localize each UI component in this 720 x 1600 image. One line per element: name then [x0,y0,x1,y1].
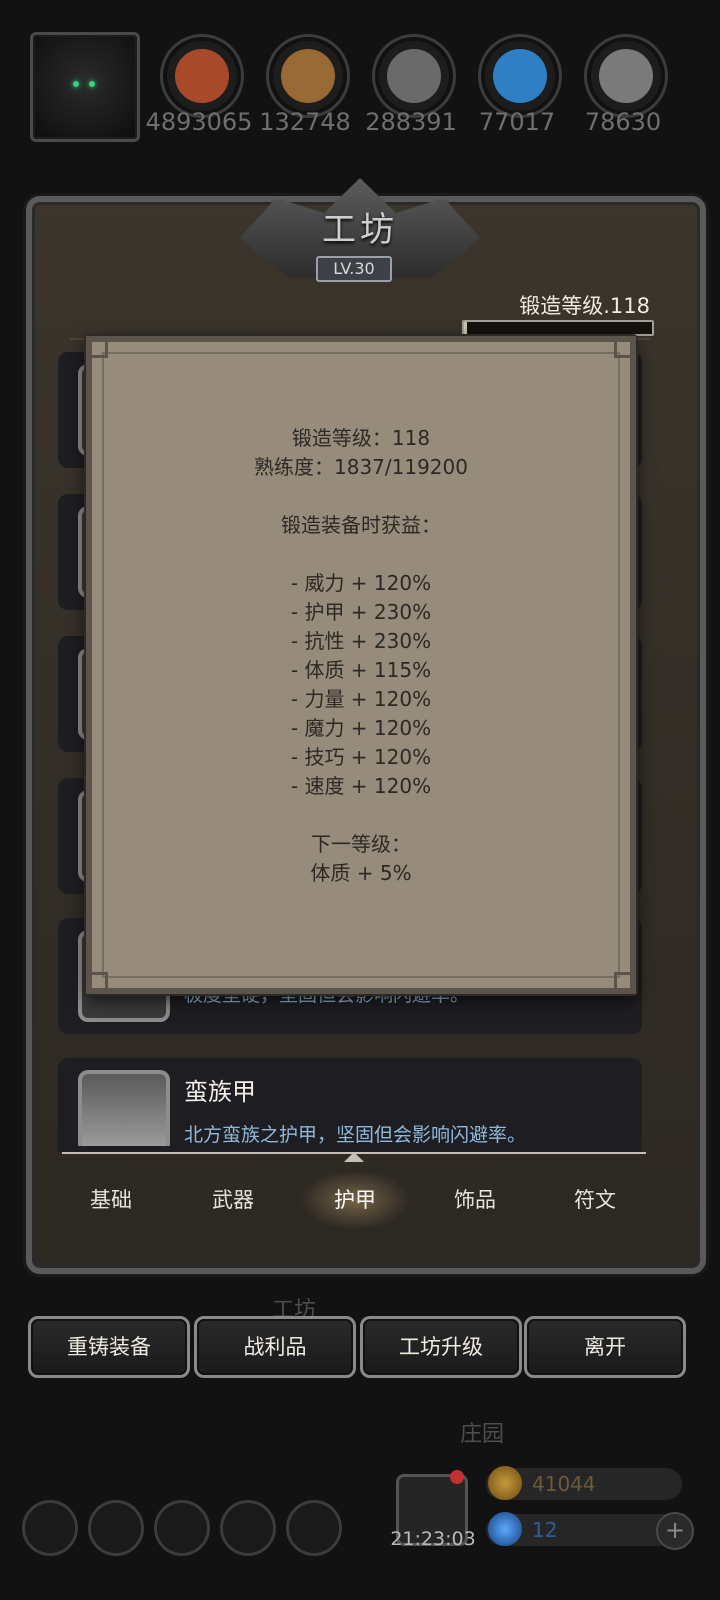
tooltip-line: - 威力 + 120% [290,571,432,595]
tooltip-line: - 抗性 + 230% [290,629,432,653]
panel-title: 工坊 [322,210,398,250]
forge-progress-bar [462,320,654,336]
tooltip-line: - 速度 + 120% [290,774,432,798]
gem-icon [488,1512,522,1546]
castle-icon[interactable] [154,1500,210,1556]
avatar-eye-right [89,81,95,87]
tooltip-corner [86,336,108,358]
forge-progress-fill [464,322,467,334]
iron-ingot-icon[interactable] [372,34,456,118]
tooltip-line: - 护甲 + 230% [290,600,432,624]
tab-runes[interactable]: 符文 [540,1170,650,1230]
meat-icon[interactable] [160,34,244,118]
wood-planks-icon[interactable] [266,34,350,118]
list-item[interactable]: 蛮族甲 北方蛮族之护甲，坚固但会影响闪避率。 [58,1058,642,1152]
mail-icon[interactable] [220,1500,276,1556]
resource-count: 4893065 [145,108,253,136]
iron-ingot-icon-glyph [387,49,441,103]
notification-dot [450,1470,464,1484]
item-name: 蛮族甲 [184,1078,256,1106]
tooltip-line: 体质 + 5% [310,861,412,885]
achievements-icon[interactable] [88,1500,144,1556]
resource-count: 288391 [365,108,457,136]
item-description: 北方蛮族之护甲，坚固但会影响闪避率。 [184,1124,527,1146]
gold-icon [488,1466,522,1500]
barbarian-armor-icon [78,1070,170,1146]
tab-basic[interactable]: 基础 [56,1170,166,1230]
resource-count: 132748 [259,108,351,136]
tooltip-corner [86,972,108,994]
resource-count: 78630 [584,108,662,136]
tooltip-spacer [92,482,630,511]
crystal-icon-glyph [493,49,547,103]
workshop-upgrade-button[interactable]: 工坊升级 [360,1316,522,1378]
resource-count: 77017 [478,108,556,136]
tooltip-line: - 体质 + 115% [290,658,432,682]
forge-level-label: 锻造等级.118 [519,294,650,318]
handshake-icon[interactable] [286,1500,342,1556]
crystal-icon[interactable] [478,34,562,118]
leave-button[interactable]: 离开 [524,1316,686,1378]
settings-icon[interactable] [22,1500,78,1556]
tooltip-line: - 力量 + 120% [290,687,432,711]
tooltip-body: 锻造等级：118 熟练度：1837/119200 锻造装备时获益： - 威力 + 12… [92,424,630,888]
tooltip-corner [614,972,636,994]
meat-icon-glyph [175,49,229,103]
tab-armor[interactable]: 护甲 [300,1170,410,1230]
tooltip-line: 锻造装备时获益： [281,513,441,537]
loot-button[interactable]: 战利品 [194,1316,356,1378]
tooltip-line: - 魔力 + 120% [290,716,432,740]
forge-level-tooltip: 锻造等级：118 熟练度：1837/119200 锻造装备时获益： - 威力 + 12… [86,336,636,994]
tooltip-corner [614,336,636,358]
wood-planks-icon-glyph [281,49,335,103]
clock: 21:23:03 [390,1528,476,1550]
tooltip-spacer [92,540,630,569]
background-label-manor: 庄园 [460,1422,505,1447]
tooltip-spacer [92,801,630,830]
steel-ingot-icon-glyph [599,49,653,103]
tooltip-line: 熟练度：1837/119200 [254,455,468,479]
gem-value: 12 [532,1518,558,1542]
gold-value: 41044 [532,1472,596,1496]
tooltip-line: 锻造等级：118 [291,426,431,450]
reforge-equipment-button[interactable]: 重铸装备 [28,1316,190,1378]
tab-accessories[interactable]: 饰品 [420,1170,530,1230]
workshop-level-badge: LV.30 [316,256,392,282]
player-avatar[interactable] [30,32,140,142]
tab-weapons[interactable]: 武器 [178,1170,288,1230]
add-currency-button[interactable]: + [656,1512,694,1550]
steel-ingot-icon[interactable] [584,34,668,118]
tooltip-line: - 技巧 + 120% [290,745,432,769]
avatar-eye-left [73,81,79,87]
active-tab-caret-icon [344,1152,364,1162]
tooltip-line: 下一等级： [311,832,411,856]
